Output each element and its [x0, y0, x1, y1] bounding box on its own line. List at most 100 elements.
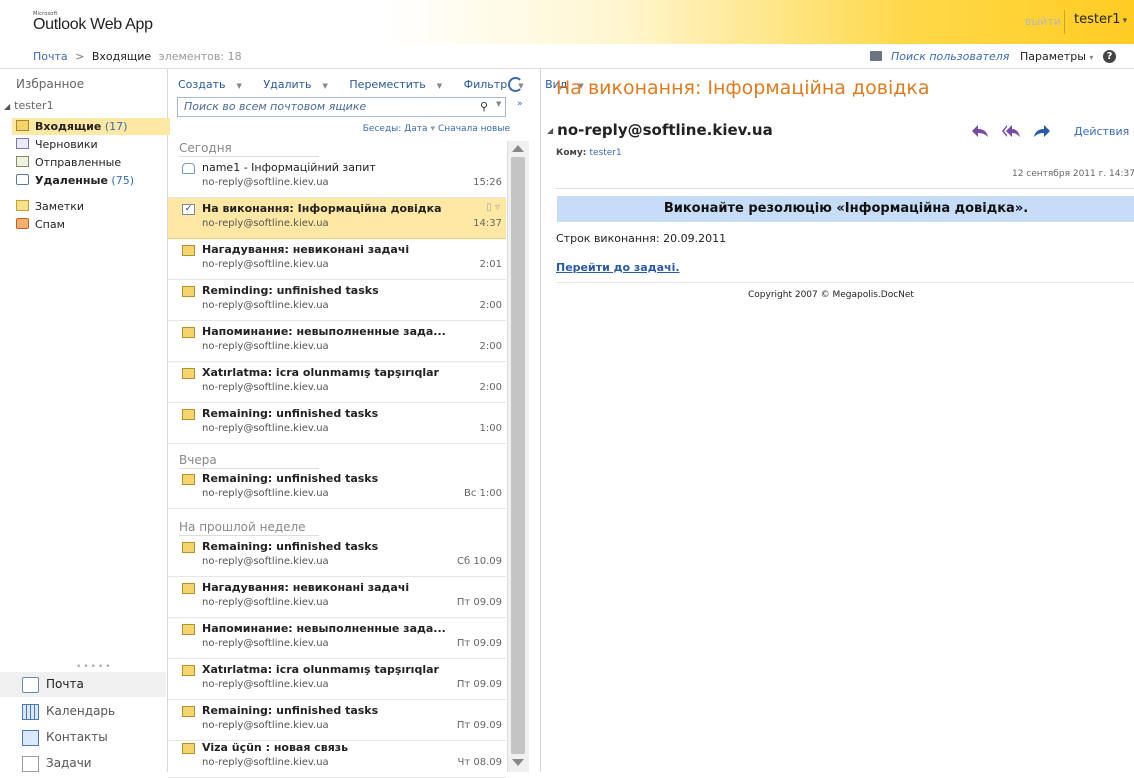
collapse-triangle-icon[interactable]: ◢: [4, 102, 10, 111]
unread-count: (17): [104, 120, 128, 133]
message-time: 1:00: [479, 423, 502, 434]
chevron-down-icon: ▾: [1122, 16, 1128, 26]
message-subject: Xatırlatma: icra olunmamış tapşırıqlar: [202, 663, 439, 676]
message-time: Чт 08.09: [457, 757, 503, 768]
app-name: Outlook Web App: [33, 16, 153, 33]
create-button[interactable]: Создать ▼: [178, 78, 251, 91]
message-from: ◢ no-reply@softline.kiev.ua: [547, 121, 773, 139]
address-book-icon: [870, 51, 882, 61]
scroll-down-icon[interactable]: [512, 759, 524, 766]
signout-link[interactable]: выйти: [1025, 15, 1061, 28]
message-time: Пт 09.09: [456, 597, 502, 608]
move-button[interactable]: Переместить ▼: [349, 78, 451, 91]
expand-search-icon[interactable]: »: [517, 99, 523, 109]
header-divider: [556, 188, 1134, 189]
message-subject: На виконання: Інформаційна довідка: [202, 202, 442, 215]
message-row[interactable]: Remaining: unfinished tasks no-reply@sof…: [168, 468, 506, 509]
nav-resize-handle[interactable]: •••••: [76, 662, 113, 672]
message-sender: no-reply@softline.kiev.ua: [202, 382, 329, 393]
nav-mail-button[interactable]: Почта: [0, 672, 166, 697]
options-menu[interactable]: Параметры ▾: [1020, 50, 1093, 63]
flag-icon[interactable]: ▯ ▿: [486, 202, 500, 213]
user-menu[interactable]: tester1 ▾: [1074, 12, 1127, 27]
notes-folder-icon: [16, 200, 29, 211]
message-row[interactable]: Xatırlatma: icra olunmamış tapşırıqlar n…: [168, 362, 506, 403]
goto-task-link[interactable]: Перейти до задачі.: [556, 261, 680, 274]
message-row[interactable]: Напоминание: невыполненные зада... no-re…: [168, 618, 506, 659]
message-row[interactable]: Xatırlatma: icra olunmamış tapşırıqlar n…: [168, 659, 506, 700]
message-time: Вс 1:00: [464, 488, 502, 499]
chevron-down-icon: ▾: [430, 124, 436, 134]
message-subject: Xatırlatma: icra olunmamış tapşırıqlar: [202, 366, 439, 379]
message-row[interactable]: Remaining: unfinished tasks no-reply@sof…: [168, 700, 506, 741]
checkbox-checked-icon[interactable]: ✓: [182, 204, 195, 215]
message-date: 12 сентября 2011 г. 14:37: [1011, 169, 1134, 179]
unread-mail-icon: [182, 743, 195, 754]
message-sender: no-reply@softline.kiev.ua: [202, 341, 329, 352]
nav-tasks-button[interactable]: Задачи: [0, 751, 166, 776]
refresh-icon[interactable]: [508, 77, 523, 92]
folder-inbox[interactable]: Входящие (17): [12, 118, 170, 135]
nav-contacts-button[interactable]: Контакты: [0, 725, 166, 750]
search-icon[interactable]: ⚲: [480, 100, 488, 113]
nav-label: Контакты: [46, 730, 108, 744]
folder-spam[interactable]: Спам: [16, 216, 166, 233]
message-subject: Remaining: unfinished tasks: [202, 704, 379, 717]
folder-label: Отправленные: [35, 156, 122, 169]
message-row[interactable]: Нагадування: невиконані задачі no-reply@…: [168, 577, 506, 618]
nav-label: Календарь: [46, 704, 116, 718]
item-count: элементов: 18: [158, 50, 242, 63]
message-row[interactable]: name1 - Інформаційний запит no-reply@sof…: [168, 157, 506, 198]
sender-address[interactable]: no-reply@softline.kiev.ua: [557, 121, 773, 139]
folder-drafts[interactable]: Черновики: [16, 136, 166, 153]
nav-calendar-button[interactable]: Календарь: [0, 699, 166, 724]
chevron-down-icon: ▼: [436, 82, 443, 90]
sent-folder-icon: [16, 156, 29, 167]
message-time: 15:26: [473, 177, 502, 188]
find-user-link[interactable]: Поиск пользователя: [870, 50, 1009, 63]
message-row[interactable]: Напоминание: невыполненные зада... no-re…: [168, 321, 506, 362]
message-row[interactable]: Remaining: unfinished tasks no-reply@sof…: [168, 536, 506, 577]
search-input[interactable]: Поиск во всем почтовом ящике ⚲ ▼: [177, 97, 506, 117]
group-label: На прошлой неделе: [179, 520, 306, 534]
message-row-selected[interactable]: ✓ На виконання: Інформаційна довідка no-…: [168, 198, 506, 239]
unread-mail-icon: [182, 542, 195, 553]
message-sender: no-reply@softline.kiev.ua: [202, 757, 329, 768]
chevron-down-icon: ▼: [236, 82, 242, 90]
breadcrumb-separator: >: [75, 50, 85, 63]
scroll-up-icon[interactable]: [512, 145, 524, 152]
search-options-icon[interactable]: ▼: [496, 100, 501, 108]
scroll-thumb[interactable]: [511, 157, 525, 754]
message-row[interactable]: Нагадування: невиконані задачі no-reply@…: [168, 239, 506, 280]
help-icon[interactable]: ?: [1103, 50, 1116, 63]
folder-sent[interactable]: Отправленные: [16, 154, 166, 171]
favorites-header[interactable]: Избранное: [16, 77, 84, 91]
delete-button[interactable]: Удалить ▼: [263, 78, 337, 91]
reply-all-icon[interactable]: [1002, 124, 1020, 138]
reply-icon[interactable]: [971, 124, 989, 138]
account-node[interactable]: ◢ tester1: [4, 99, 54, 112]
conversations-sort[interactable]: Беседы: Дата: [363, 124, 428, 134]
message-subject: Напоминание: невыполненные зада...: [202, 622, 446, 635]
message-row[interactable]: Remaining: unfinished tasks no-reply@sof…: [168, 403, 506, 444]
create-label: Создать: [178, 78, 226, 91]
message-row[interactable]: Reminding: unfinished tasks no-reply@sof…: [168, 280, 506, 321]
message-subject: Напоминание: невыполненные зада...: [202, 325, 446, 338]
breadcrumb-mail[interactable]: Почта: [33, 50, 68, 63]
folder-label: Черновики: [35, 138, 98, 151]
calendar-icon: [22, 704, 39, 720]
folder-notes[interactable]: Заметки: [16, 198, 166, 215]
forward-icon[interactable]: [1033, 124, 1051, 138]
find-user-label: Поиск пользователя: [891, 50, 1010, 63]
message-subject: Remaining: unfinished tasks: [202, 540, 379, 553]
message-list-scrollbar[interactable]: [507, 141, 529, 772]
sort-order[interactable]: Сначала новые: [438, 124, 510, 134]
folder-deleted[interactable]: Удаленные (75): [16, 172, 166, 189]
unread-mail-icon: [182, 583, 195, 594]
message-time: Пт 09.09: [456, 638, 502, 649]
actions-menu[interactable]: Действия: [1074, 125, 1129, 138]
message-sender: no-reply@softline.kiev.ua: [202, 488, 329, 499]
to-recipient[interactable]: tester1: [590, 148, 622, 158]
unread-mail-icon: [182, 368, 195, 379]
collapse-triangle-icon[interactable]: ◢: [547, 126, 553, 135]
